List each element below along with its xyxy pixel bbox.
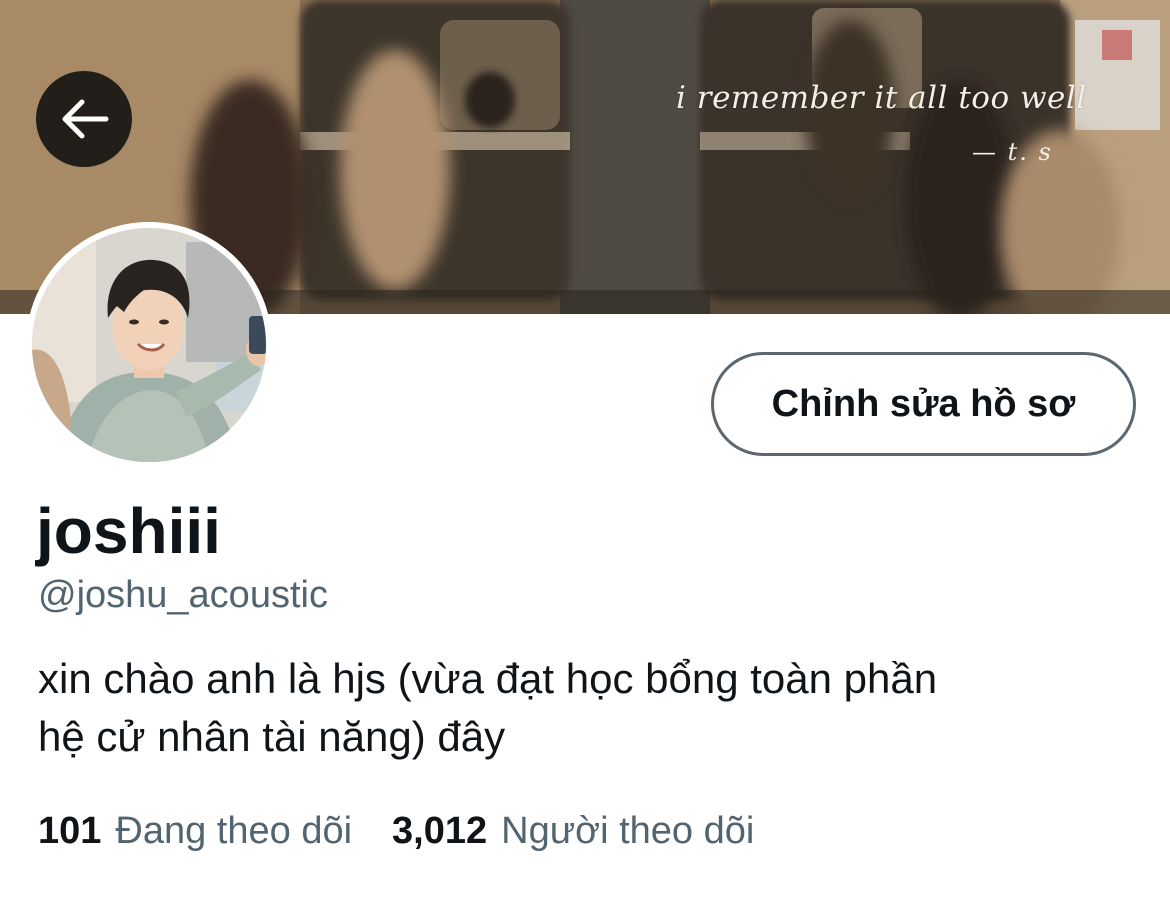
following-link[interactable]: 101 Đang theo dõi	[38, 810, 352, 853]
banner-quote: i remember it all too well	[676, 80, 1087, 116]
arrow-left-icon	[62, 99, 109, 139]
banner-attribution: — t. s	[972, 138, 1053, 166]
profile-page: i remember it all too well — t. s Chỉnh …	[0, 0, 1170, 906]
bio-line: xin chào anh là hjs (vừa đạt học bổng to…	[38, 655, 938, 702]
display-name: joshiii	[36, 495, 221, 567]
bio-line: hệ cử nhân tài năng) đây	[38, 713, 506, 760]
avatar-photo	[26, 222, 272, 468]
user-handle: @joshu_acoustic	[38, 574, 328, 616]
back-button[interactable]	[36, 71, 132, 167]
followers-label: Người theo dõi	[501, 810, 755, 852]
edit-profile-button[interactable]: Chỉnh sửa hồ sơ	[711, 352, 1136, 456]
followers-count: 3,012	[392, 810, 488, 852]
following-count: 101	[38, 810, 102, 852]
follow-stats: 101 Đang theo dõi 3,012 Người theo dõi	[38, 810, 754, 853]
following-label: Đang theo dõi	[115, 810, 353, 852]
avatar[interactable]	[26, 222, 272, 468]
followers-link[interactable]: 3,012 Người theo dõi	[392, 810, 754, 853]
profile-bio: xin chào anh là hjs (vừa đạt học bổng to…	[38, 650, 1138, 766]
